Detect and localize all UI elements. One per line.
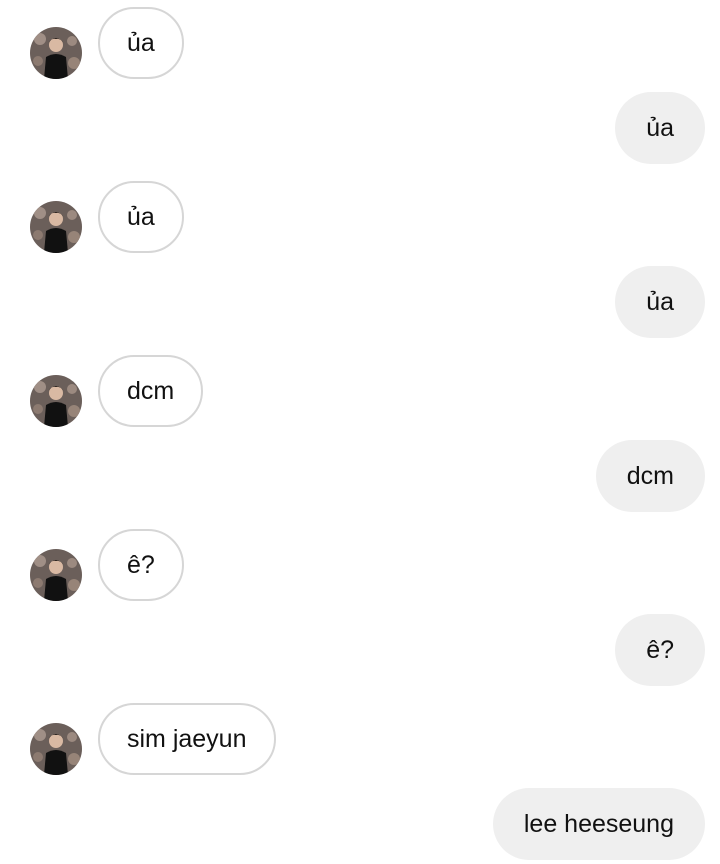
- message-row-outgoing: ủa: [0, 264, 720, 340]
- message-row-incoming: ủa: [0, 5, 720, 81]
- message-row-incoming: ê?: [0, 527, 720, 603]
- outgoing-message-bubble[interactable]: dcm: [595, 440, 705, 512]
- avatar[interactable]: [30, 27, 82, 79]
- message-row-outgoing: lee heeseung: [0, 786, 720, 862]
- message-row-outgoing: ủa: [0, 90, 720, 166]
- outgoing-message-bubble[interactable]: ủa: [615, 92, 705, 164]
- outgoing-message-bubble[interactable]: ủa: [615, 266, 705, 338]
- avatar[interactable]: [30, 375, 82, 427]
- avatar[interactable]: [30, 549, 82, 601]
- chat-thread: ủa ủa ủa ủa dcm dcm ê? ê? sim jaeyun lee…: [0, 0, 720, 864]
- message-row-incoming: dcm: [0, 353, 720, 429]
- avatar-photo-icon: [30, 27, 82, 79]
- message-row-outgoing: ê?: [0, 612, 720, 688]
- outgoing-message-bubble[interactable]: lee heeseung: [492, 788, 705, 860]
- avatar-photo-icon: [30, 375, 82, 427]
- incoming-message-bubble[interactable]: sim jaeyun: [98, 703, 276, 775]
- incoming-message-bubble[interactable]: ê?: [98, 529, 184, 601]
- avatar-photo-icon: [30, 723, 82, 775]
- outgoing-message-bubble[interactable]: ê?: [615, 614, 705, 686]
- message-row-incoming: sim jaeyun: [0, 701, 720, 777]
- incoming-message-bubble[interactable]: dcm: [98, 355, 204, 427]
- avatar-photo-icon: [30, 549, 82, 601]
- avatar[interactable]: [30, 201, 82, 253]
- message-row-outgoing: dcm: [0, 438, 720, 514]
- incoming-message-bubble[interactable]: ủa: [98, 7, 184, 79]
- avatar-photo-icon: [30, 201, 82, 253]
- message-row-incoming: ủa: [0, 179, 720, 255]
- avatar[interactable]: [30, 723, 82, 775]
- incoming-message-bubble[interactable]: ủa: [98, 181, 184, 253]
